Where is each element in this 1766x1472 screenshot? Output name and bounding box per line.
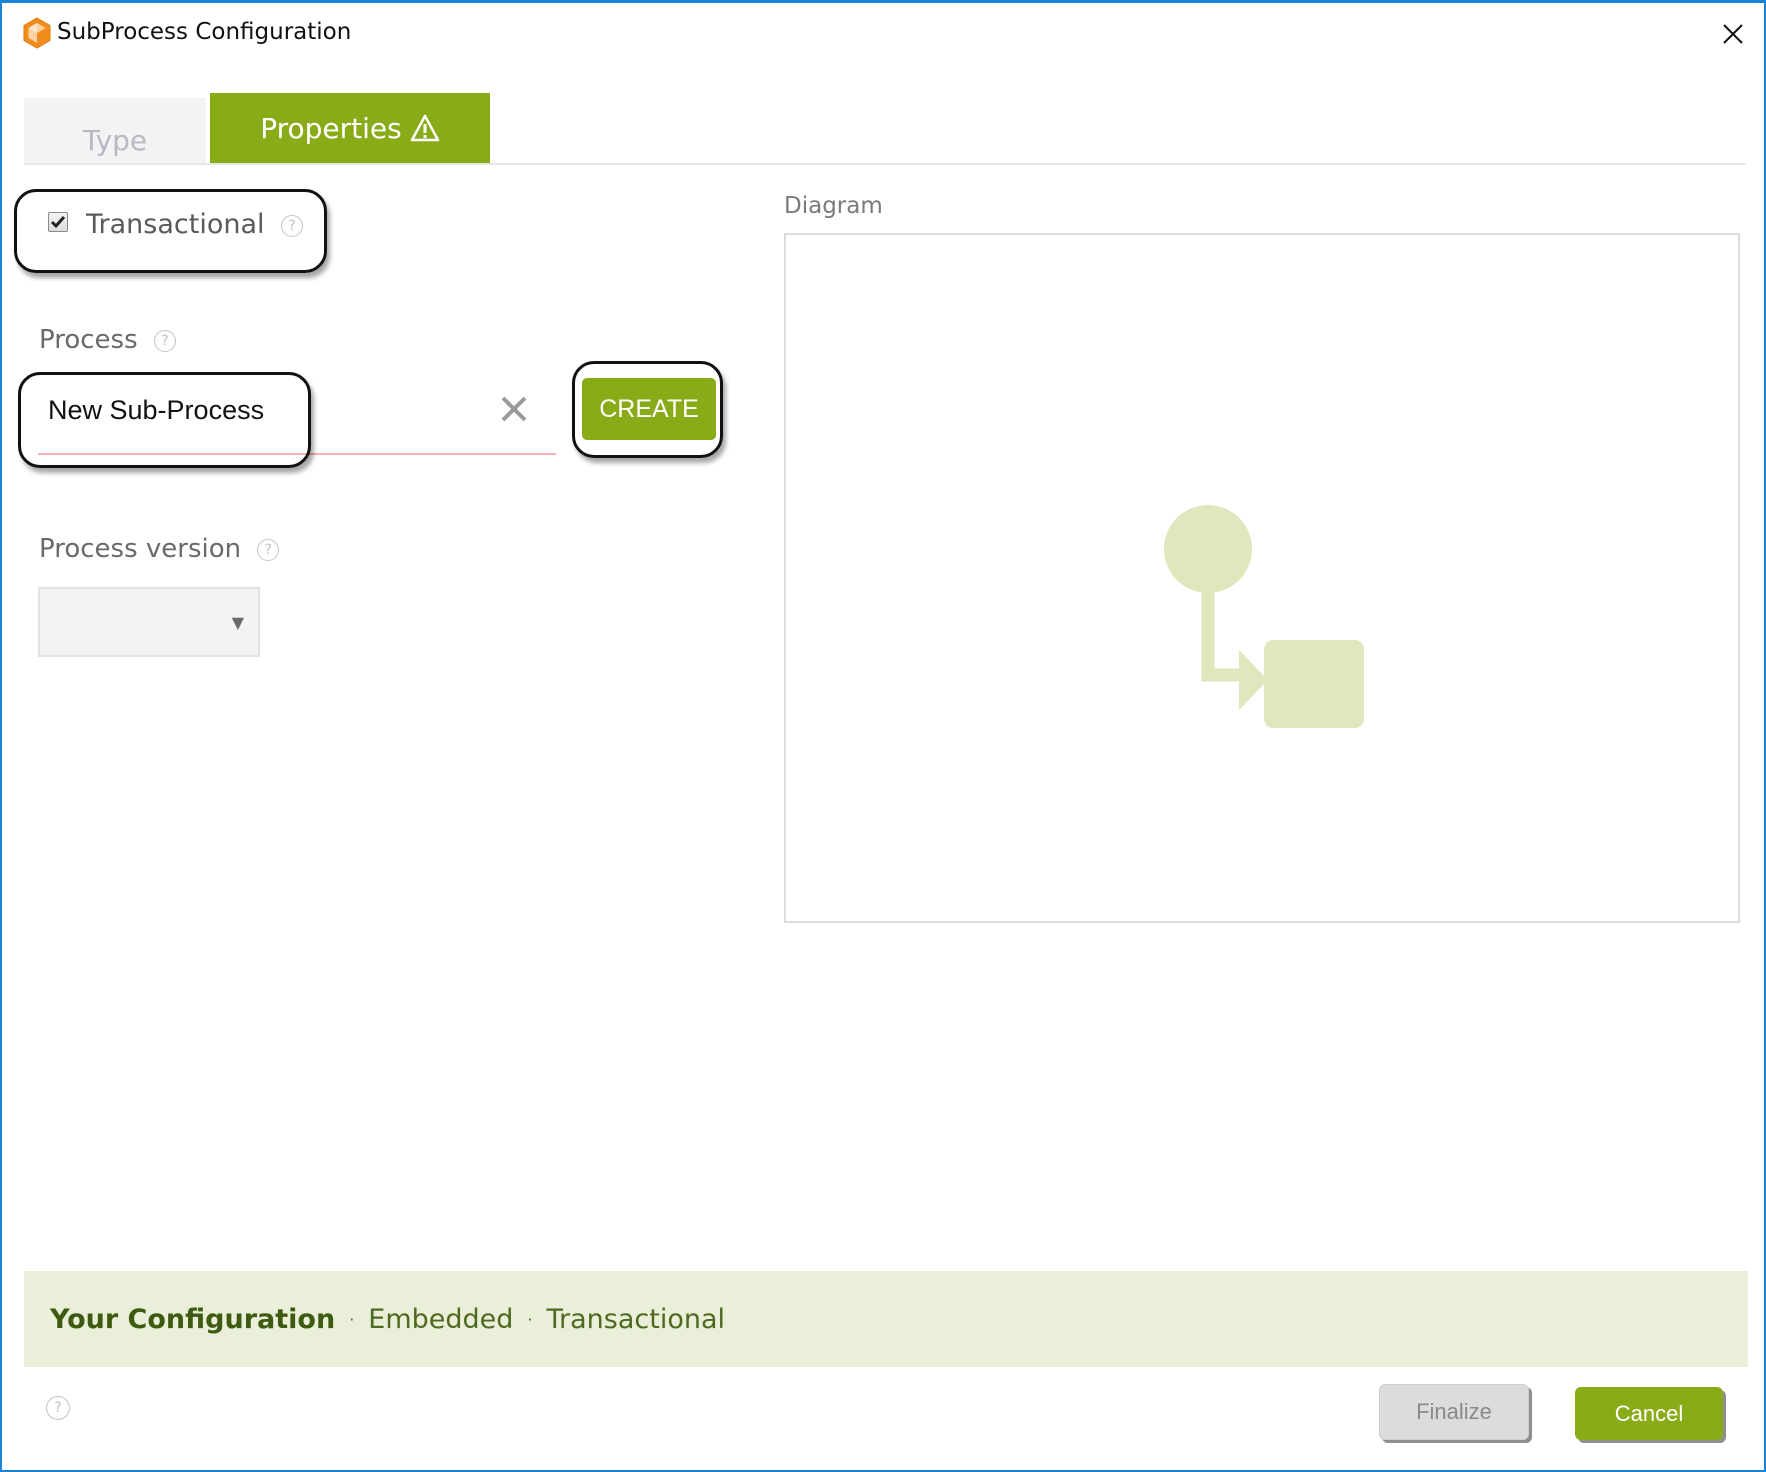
diagram-label: Diagram bbox=[784, 193, 883, 219]
configuration-item: Embedded bbox=[368, 1303, 514, 1335]
sequence-flow-arrow bbox=[1201, 585, 1241, 682]
configuration-item: Transactional bbox=[546, 1303, 726, 1335]
tab-type-label: Type bbox=[82, 123, 148, 157]
configuration-summary: Your Configuration · Embedded · Transact… bbox=[24, 1271, 1748, 1367]
start-event-shape bbox=[1164, 505, 1252, 593]
window-title: SubProcess Configuration bbox=[57, 19, 352, 45]
tab-properties-label: Properties bbox=[260, 111, 402, 145]
configuration-title: Your Configuration bbox=[50, 1303, 336, 1335]
process-label: Process ? bbox=[39, 325, 176, 355]
tab-divider bbox=[24, 163, 1746, 165]
arrow-head-shape bbox=[1239, 650, 1268, 710]
subprocess-configuration-dialog: SubProcess Configuration Type Properties… bbox=[0, 0, 1766, 1472]
separator: · bbox=[349, 1309, 355, 1329]
transactional-checkbox[interactable] bbox=[48, 212, 68, 232]
process-version-label: Process version ? bbox=[39, 534, 280, 564]
finalize-button[interactable]: Finalize bbox=[1379, 1384, 1529, 1440]
process-label-text: Process bbox=[39, 325, 138, 355]
help-icon[interactable]: ? bbox=[257, 538, 280, 561]
diagram-preview bbox=[784, 233, 1740, 923]
help-icon[interactable]: ? bbox=[153, 329, 176, 352]
diagram-placeholder-graphic bbox=[1164, 505, 1364, 728]
help-icon[interactable]: ? bbox=[281, 214, 304, 237]
task-shape bbox=[1264, 640, 1364, 728]
process-version-select[interactable]: ▼ bbox=[38, 587, 260, 657]
transactional-label-text: Transactional bbox=[86, 209, 265, 240]
checkmark-icon bbox=[50, 216, 66, 229]
cancel-button[interactable]: Cancel bbox=[1575, 1387, 1723, 1440]
tab-properties[interactable]: Properties bbox=[210, 93, 490, 163]
warning-icon bbox=[410, 114, 439, 142]
create-button[interactable]: CREATE bbox=[582, 378, 716, 440]
app-logo-icon bbox=[23, 17, 51, 49]
separator: · bbox=[527, 1309, 533, 1329]
dropdown-arrow-icon: ▼ bbox=[231, 613, 244, 632]
transactional-label: Transactional ? bbox=[86, 209, 304, 240]
tab-type[interactable]: Type bbox=[24, 98, 206, 164]
process-input[interactable] bbox=[38, 383, 556, 455]
clear-icon[interactable] bbox=[498, 393, 530, 425]
process-version-label-text: Process version bbox=[39, 534, 242, 564]
help-icon[interactable]: ? bbox=[46, 1396, 70, 1420]
close-icon[interactable] bbox=[1718, 19, 1748, 49]
